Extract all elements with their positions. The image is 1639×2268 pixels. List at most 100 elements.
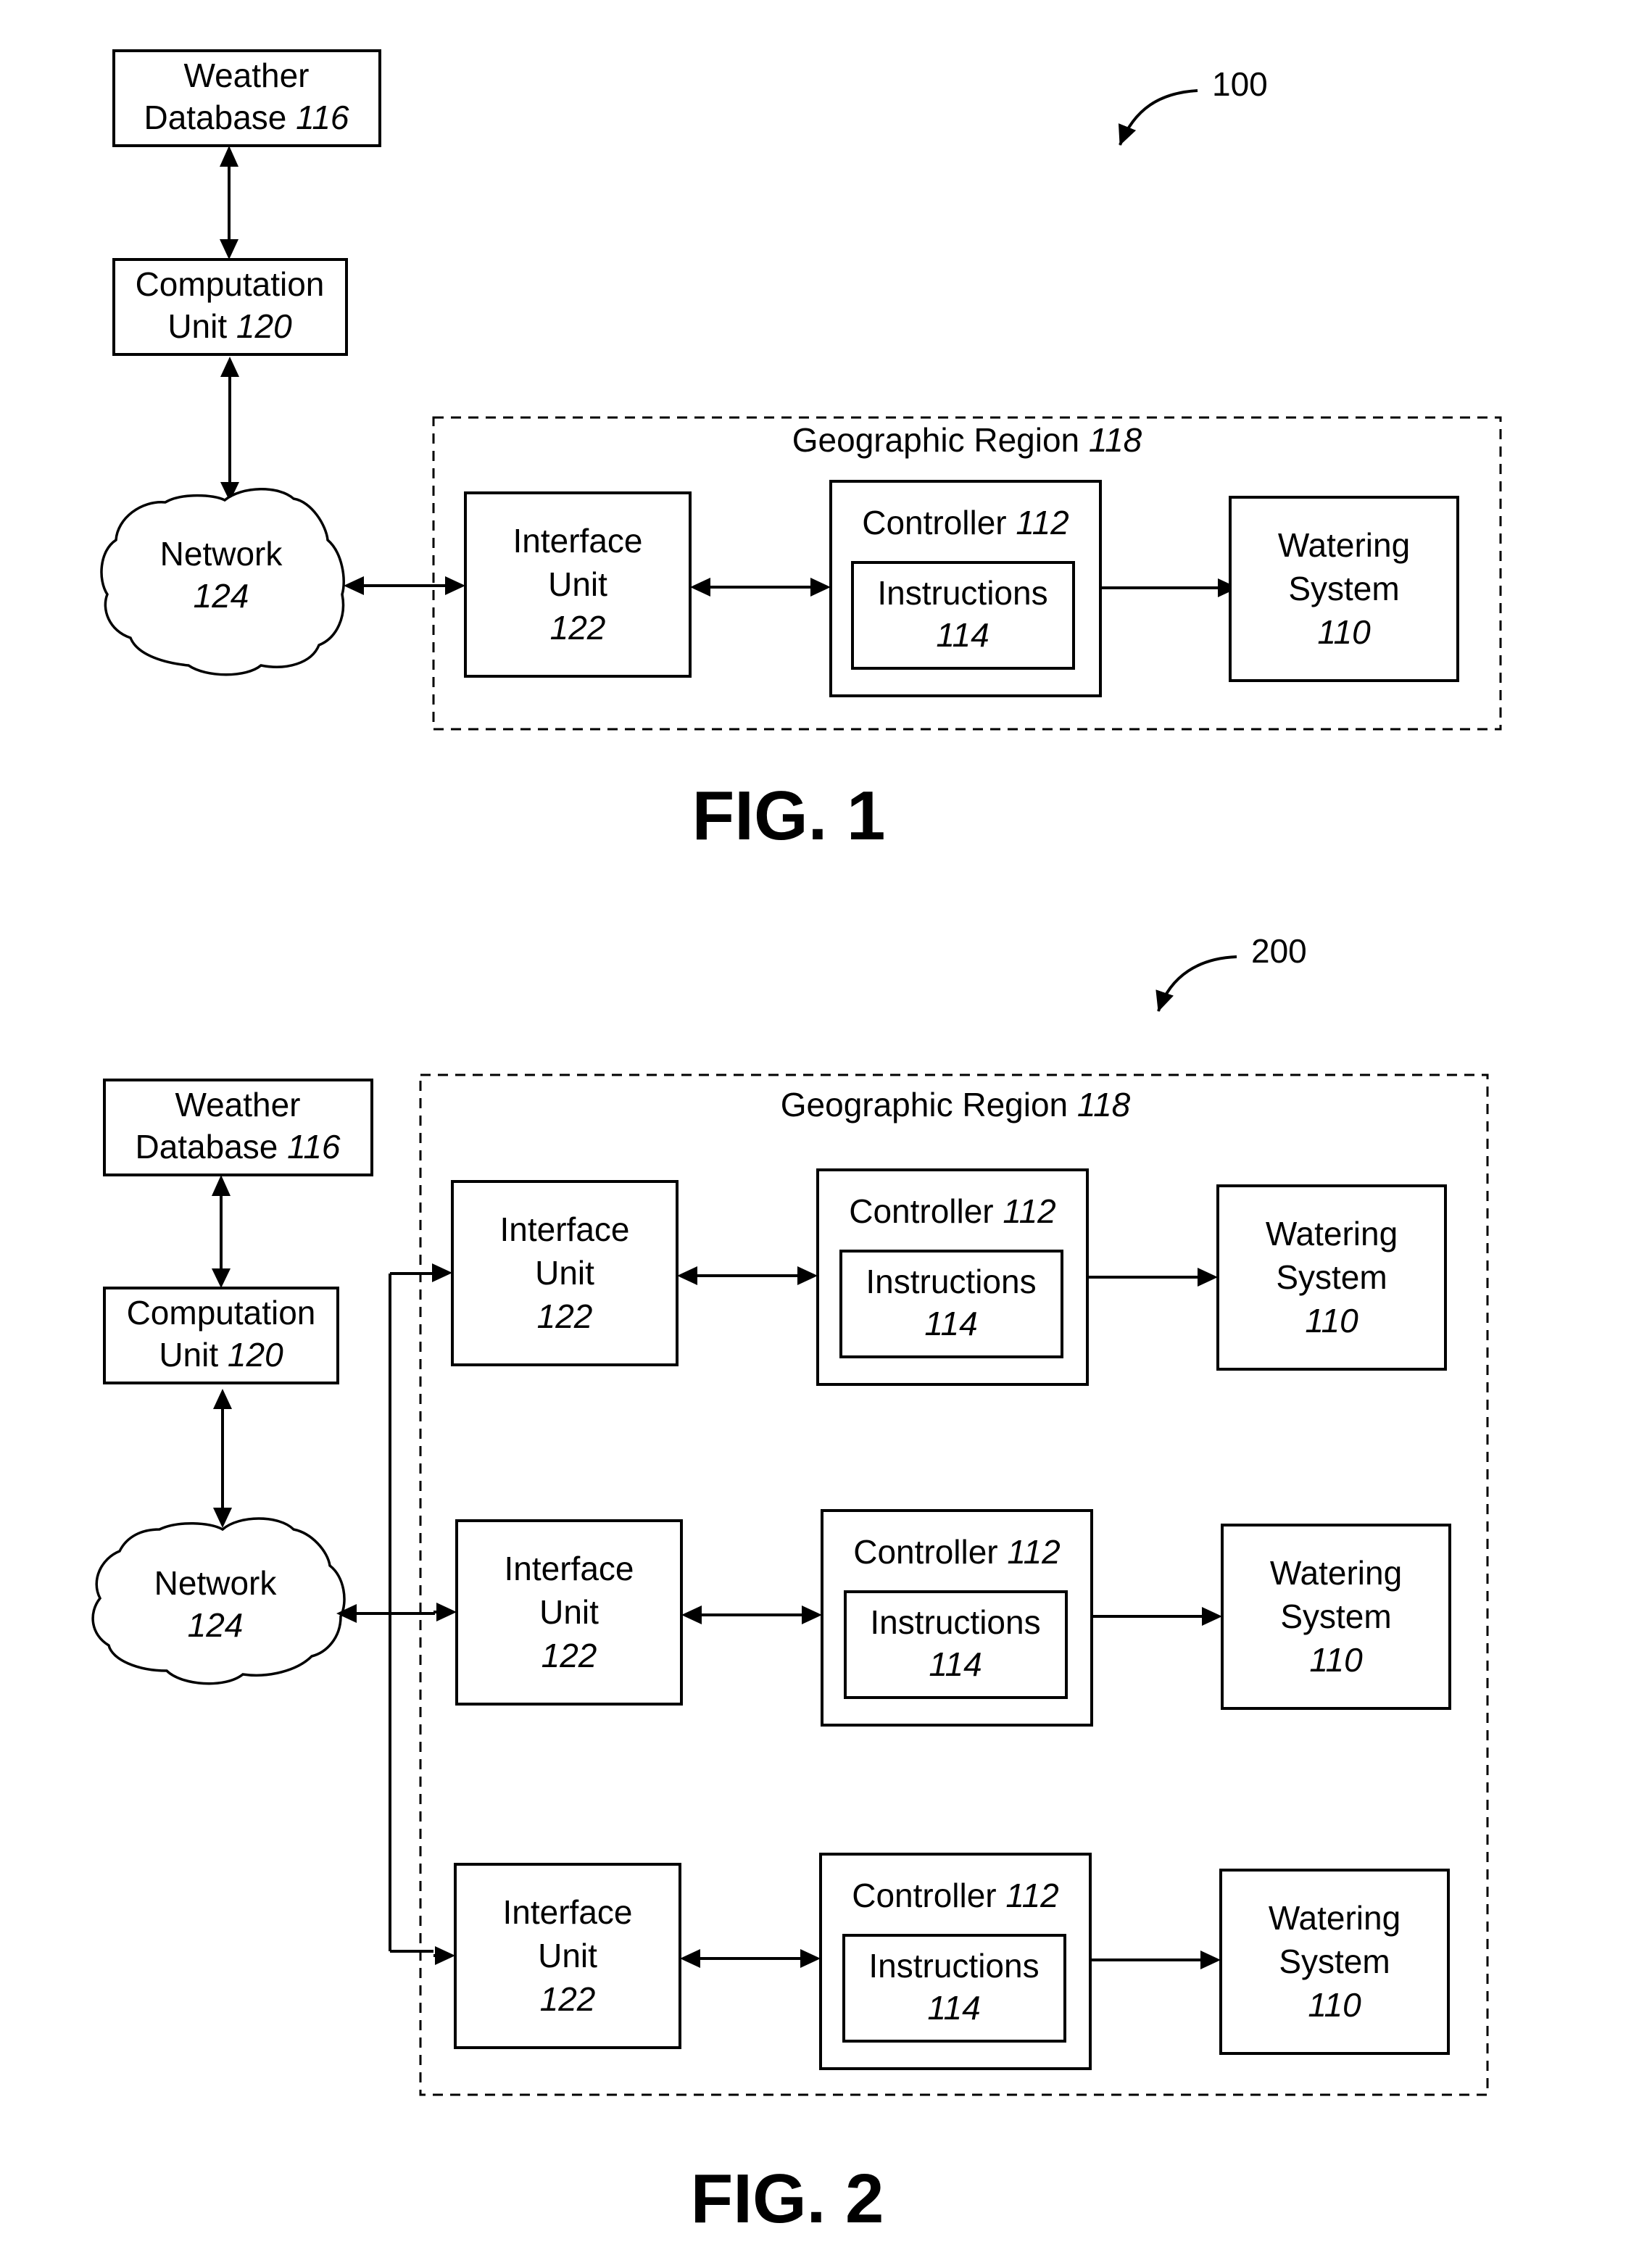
svg-text:System: System xyxy=(1276,1258,1387,1296)
svg-text:Network: Network xyxy=(160,535,283,573)
weather-database-name: Weather xyxy=(175,1086,300,1123)
svg-text:Controller 112: Controller 112 xyxy=(862,504,1069,541)
controller-row: Interface Unit 122 Controller 112 Instructio… xyxy=(433,1853,1450,2070)
svg-text:Watering: Watering xyxy=(1269,1899,1401,1937)
interface-unit-box[interactable]: Interface Unit 122 xyxy=(451,1180,679,1366)
controller-box[interactable]: Controller 112 Instructions 114 xyxy=(821,1509,1093,1727)
controller-number: 112 xyxy=(1005,1877,1058,1914)
computation-unit-box[interactable]: Computation Unit 120 xyxy=(112,258,348,356)
arrowhead-icon xyxy=(344,576,364,595)
arrowhead-icon xyxy=(436,1603,457,1621)
watering-system-box[interactable]: Watering System 110 xyxy=(1229,496,1459,682)
instructions-number: 114 xyxy=(927,1989,980,2027)
weather-database-box[interactable]: Weather Database 116 xyxy=(103,1079,373,1176)
svg-text:124: 124 xyxy=(194,577,249,615)
instructions-name: Instructions xyxy=(866,1263,1036,1300)
arrowhead-icon xyxy=(220,357,239,377)
network-cloud[interactable]: Network 124 xyxy=(91,1517,346,1685)
controller-box[interactable]: Controller 112 Instructions 114 xyxy=(829,480,1102,697)
watering-system-box[interactable]: Watering System 110 xyxy=(1216,1184,1447,1371)
watering-system-box[interactable]: Watering System 110 xyxy=(1219,1869,1450,2055)
svg-text:Computation: Computation xyxy=(127,1294,316,1332)
watering-system-name: Watering xyxy=(1278,526,1410,564)
svg-text:Watering: Watering xyxy=(1278,526,1410,564)
weather-database-name2: Database xyxy=(135,1128,278,1166)
interface-unit-box[interactable]: Interface Unit 122 xyxy=(454,1863,681,2049)
instructions-name: Instructions xyxy=(868,1947,1039,1985)
network-cloud[interactable]: Network 124 xyxy=(100,488,345,676)
region-number: 118 xyxy=(1077,1086,1131,1123)
interface-unit-name: Interface xyxy=(513,522,643,560)
network-name: Network xyxy=(154,1564,278,1602)
computation-unit-name2: Unit xyxy=(167,307,227,345)
arrowhead-icon xyxy=(680,1949,700,1968)
controller-name: Controller xyxy=(852,1877,996,1914)
reference-100: 100 xyxy=(1118,65,1268,146)
weather-database-box[interactable]: Weather Database 116 xyxy=(112,49,381,147)
svg-text:Interface: Interface xyxy=(500,1210,630,1248)
svg-text:Unit 120: Unit 120 xyxy=(159,1336,283,1374)
watering-system-box[interactable]: Watering System 110 xyxy=(1221,1524,1451,1710)
interface-unit-name2: Unit xyxy=(538,1937,597,1974)
svg-text:Unit: Unit xyxy=(548,565,607,603)
reference-200: 200 xyxy=(1155,932,1307,1012)
arrowhead-icon xyxy=(797,1266,818,1285)
controller-box[interactable]: Controller 112 Instructions 114 xyxy=(816,1168,1089,1386)
interface-unit-number: 122 xyxy=(550,609,606,647)
svg-text:114: 114 xyxy=(929,1645,982,1683)
svg-text:110: 110 xyxy=(1305,1302,1358,1339)
instructions-box[interactable]: Instructions 114 xyxy=(851,561,1075,670)
controller-number: 112 xyxy=(1003,1192,1055,1230)
instructions-box[interactable]: Instructions 114 xyxy=(839,1250,1063,1358)
arrowhead-icon xyxy=(690,578,710,597)
svg-text:Geographic Region 118: Geographic Region 118 xyxy=(781,1086,1131,1123)
controller-number: 112 xyxy=(1007,1533,1060,1571)
svg-text:Database 116: Database 116 xyxy=(135,1128,340,1166)
svg-text:110: 110 xyxy=(1317,613,1371,651)
instructions-box[interactable]: Instructions 114 xyxy=(842,1934,1066,2043)
computation-unit-name2: Unit xyxy=(159,1336,218,1374)
watering-system-name2: System xyxy=(1288,570,1399,607)
arrowhead-icon xyxy=(435,1946,455,1965)
arrowhead-icon xyxy=(802,1606,822,1624)
watering-system-number: 110 xyxy=(1308,1986,1361,2024)
computation-unit-number: 120 xyxy=(236,307,292,345)
arrowhead-icon xyxy=(810,578,831,597)
interface-unit-name2: Unit xyxy=(548,565,607,603)
watering-system-name: Watering xyxy=(1269,1899,1401,1937)
svg-text:Interface: Interface xyxy=(503,1893,633,1931)
interface-unit-box[interactable]: Interface Unit 122 xyxy=(464,491,692,678)
arrowhead-icon xyxy=(445,576,465,595)
instructions-number: 114 xyxy=(936,616,989,654)
figure-1: 100 Weather Database 116 Computation Uni… xyxy=(100,49,1502,855)
watering-system-name2: System xyxy=(1279,1943,1390,1980)
watering-system-name: Watering xyxy=(1266,1215,1398,1253)
network-number: 124 xyxy=(188,1606,244,1644)
svg-text:Weather: Weather xyxy=(175,1086,300,1123)
interface-unit-number: 122 xyxy=(542,1637,597,1674)
weather-database-name: Weather xyxy=(183,57,309,94)
svg-text:124: 124 xyxy=(188,1606,244,1644)
svg-text:110: 110 xyxy=(1309,1641,1363,1679)
svg-text:Instructions: Instructions xyxy=(868,1947,1039,1985)
svg-text:Watering: Watering xyxy=(1270,1554,1402,1592)
arrowhead-icon xyxy=(212,1175,231,1196)
svg-text:114: 114 xyxy=(927,1989,980,2027)
svg-text:System: System xyxy=(1288,570,1399,607)
computation-unit-box[interactable]: Computation Unit 120 xyxy=(103,1287,339,1384)
interface-unit-name2: Unit xyxy=(539,1593,599,1631)
controller-box[interactable]: Controller 112 Instructions 114 xyxy=(819,1853,1092,2070)
watering-system-name2: System xyxy=(1280,1598,1391,1635)
svg-text:System: System xyxy=(1279,1943,1390,1980)
svg-text:Instructions: Instructions xyxy=(866,1263,1036,1300)
reference-arrow xyxy=(1155,955,1237,1012)
controller-name: Controller xyxy=(862,504,1006,541)
instructions-box[interactable]: Instructions 114 xyxy=(844,1590,1068,1699)
figure-caption: FIG. 1 xyxy=(692,777,886,855)
svg-text:Weather: Weather xyxy=(183,57,309,94)
svg-text:Controller 112: Controller 112 xyxy=(852,1877,1059,1914)
watering-system-number: 110 xyxy=(1317,613,1371,651)
figure-2: 200 Weather Database 116 Computation Uni… xyxy=(91,932,1489,2238)
interface-unit-name2: Unit xyxy=(535,1254,594,1292)
interface-unit-box[interactable]: Interface Unit 122 xyxy=(455,1519,683,1706)
